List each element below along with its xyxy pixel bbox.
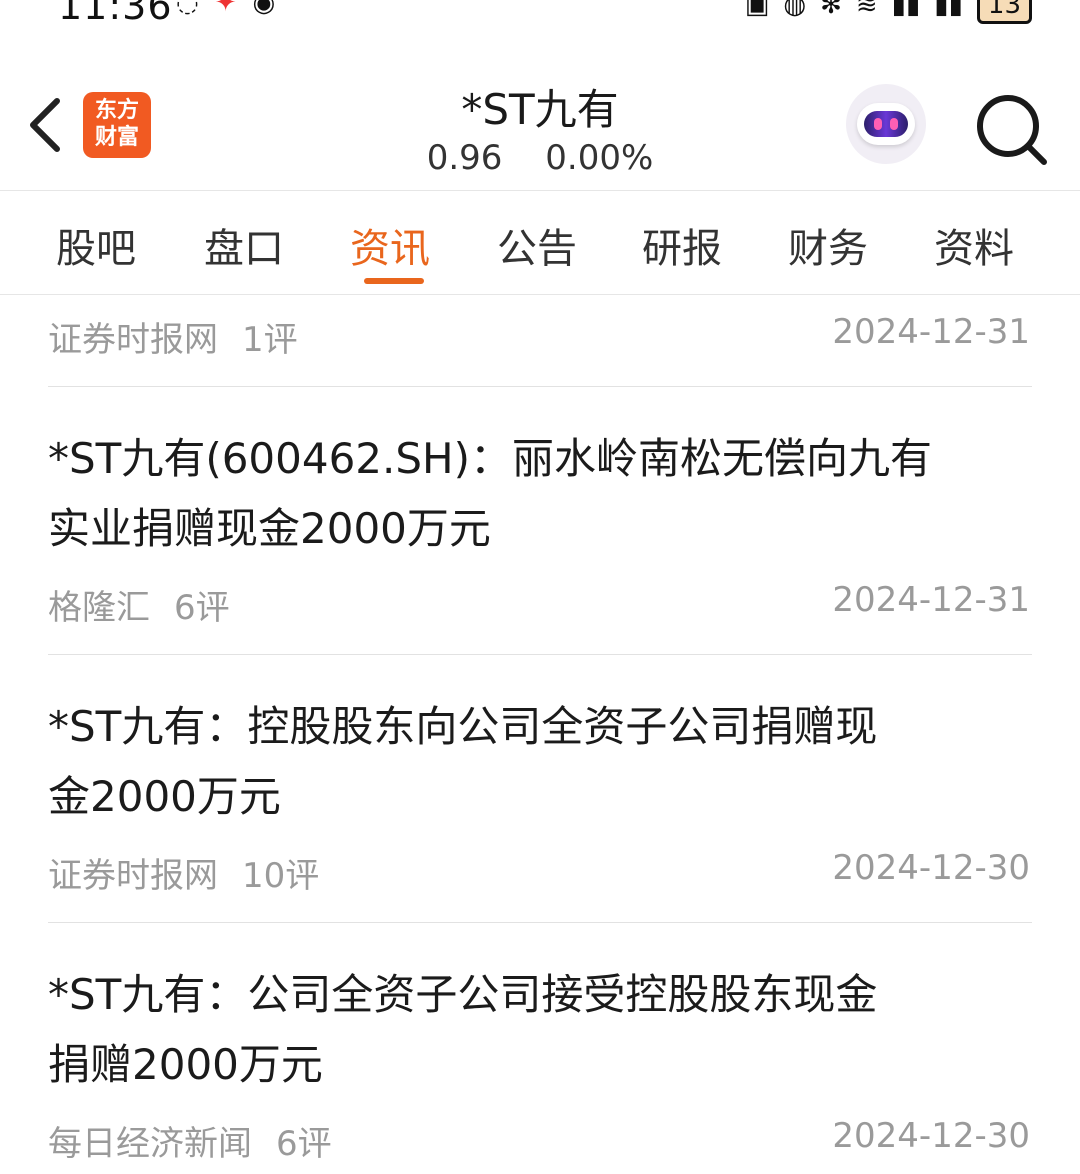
news-date: 2024-12-31 [832,312,1030,352]
news-date: 2024-12-30 [832,848,1030,888]
news-comment-count: 6评 [174,588,230,628]
tab-announcements[interactable]: 公告 [497,216,577,274]
tab-finance[interactable]: 财务 [788,216,868,274]
row-divider [48,654,1032,655]
news-meta-source: 每日经济新闻 6评 [48,1116,332,1165]
tab-news[interactable]: 资讯 [350,216,430,274]
signal-icon: ▮▮ [891,0,921,20]
tab-research[interactable]: 研报 [642,216,722,274]
tab-profile[interactable]: 资料 [934,216,1014,274]
alarm-icon: ◍ [783,0,807,20]
nfc-icon: ▣ [744,0,770,20]
search-button[interactable] [970,90,1050,170]
signal-icon: ▮▮ [934,0,963,20]
status-time: 11:36 [58,0,173,28]
news-source: 格隆汇 [48,588,150,628]
location-pin-icon: ✦ [214,0,237,18]
news-meta-source: 证券时报网 1评 [48,312,298,361]
stock-price: 0.96 [426,138,503,178]
status-bar: 11:36 ◌ ✦ ◉ ▣ ◍ ✻ ≋ ▮▮ ▮▮ 13 [0,0,1080,30]
chat-bubble-icon: ◌ [176,0,199,18]
ai-assistant-button[interactable] [846,84,926,164]
active-tab-indicator [364,278,424,284]
status-notification-icons: ◌ ✦ ◉ [176,0,275,18]
header-divider [0,190,1080,191]
news-title[interactable]: *ST九有：控股股东向公司全资子公司捐赠现 金2000万元 [48,692,1032,832]
news-date: 2024-12-31 [832,580,1030,620]
eye-icon: ◉ [252,0,276,18]
news-comment-count: 10评 [242,856,320,896]
news-title[interactable]: *ST九有：公司全资子公司接受控股股东现金 捐赠2000万元 [48,960,1032,1100]
row-divider [48,922,1032,923]
news-comment-count: 6评 [276,1124,332,1164]
search-icon [977,95,1047,165]
news-source: 证券时报网 [48,320,218,360]
bluetooth-icon: ✻ [820,0,842,20]
tab-pankou[interactable]: 盘口 [204,216,284,274]
status-system-icons: ▣ ◍ ✻ ≋ ▮▮ ▮▮ 13 [745,0,1032,24]
tab-bar: 股吧 盘口 资讯 公告 研报 财务 资料 [0,192,1080,294]
tab-guba[interactable]: 股吧 [56,216,136,274]
news-title[interactable]: *ST九有(600462.SH)：丽水岭南松无偿向九有 实业捐赠现金2000万元 [48,424,1032,564]
news-source: 证券时报网 [48,856,218,896]
row-divider [48,386,1032,387]
stock-change-percent: 0.00% [545,138,654,178]
news-meta-source: 格隆汇 6评 [48,580,230,629]
news-source: 每日经济新闻 [48,1124,252,1164]
news-date: 2024-12-30 [832,1116,1030,1156]
stock-header: 东方 财富 *ST九有 0.96 0.00% [0,60,1080,190]
tabs-divider [0,294,1080,295]
wifi-icon: ≋ [855,0,878,20]
battery-icon: 13 [976,0,1032,24]
news-meta-source: 证券时报网 10评 [48,848,319,897]
news-comment-count: 1评 [242,320,298,360]
robot-icon [857,103,915,145]
